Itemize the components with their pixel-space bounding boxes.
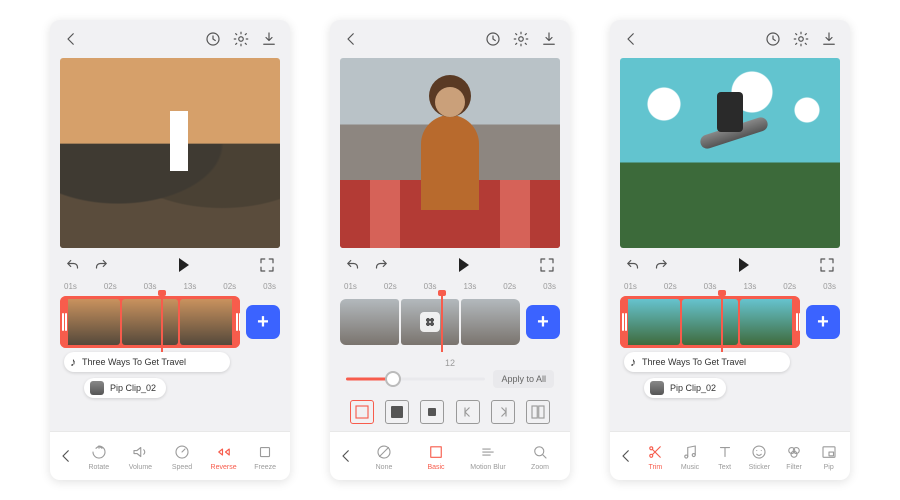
pip-thumb-icon (90, 381, 104, 395)
pip-chip[interactable]: Pip Clip_02 (644, 378, 726, 398)
video-preview[interactable] (340, 58, 560, 248)
undo-icon[interactable] (64, 256, 82, 274)
trim-handle-right[interactable] (792, 296, 800, 348)
nav-filter[interactable]: Filter (777, 442, 812, 471)
music-chip[interactable]: ♪Three Ways To Get Travel (624, 352, 790, 372)
nav-none[interactable]: None (358, 442, 410, 471)
top-bar (330, 20, 570, 58)
slider-panel: 12 Apply to All (330, 352, 570, 392)
slider-value-label: 12 (346, 358, 554, 368)
layer-chips: ♪Three Ways To Get Travel Pip Clip_02 (50, 352, 290, 398)
video-preview[interactable] (60, 58, 280, 248)
playhead[interactable] (441, 294, 443, 352)
frame-opt-square[interactable] (420, 400, 444, 424)
frame-opt-split[interactable] (526, 400, 550, 424)
phone-screen-1: 01s02s03s13s02s03s + ♪Three Ways To Get … (50, 20, 290, 480)
play-icon[interactable] (459, 258, 469, 272)
history-icon[interactable] (764, 30, 782, 48)
back-icon[interactable] (622, 30, 640, 48)
nav-trim[interactable]: Trim (638, 442, 673, 471)
time-ruler: 01s02s03s13s02s03s (610, 282, 850, 296)
back-icon[interactable] (342, 30, 360, 48)
clip-selected[interactable] (620, 296, 800, 348)
nav-back-icon[interactable] (614, 447, 638, 465)
nav-speed[interactable]: Speed (161, 442, 203, 471)
add-clip-button[interactable]: + (806, 305, 840, 339)
settings-icon[interactable] (792, 30, 810, 48)
nav-volume[interactable]: Volume (120, 442, 162, 471)
nav-reverse[interactable]: Reverse (203, 442, 245, 471)
play-icon[interactable] (739, 258, 749, 272)
player-controls (330, 248, 570, 282)
back-icon[interactable] (62, 30, 80, 48)
add-clip-button[interactable]: + (526, 305, 560, 339)
nav-zoom[interactable]: Zoom (514, 442, 566, 471)
download-icon[interactable] (820, 30, 838, 48)
history-icon[interactable] (484, 30, 502, 48)
fullscreen-icon[interactable] (258, 256, 276, 274)
redo-icon[interactable] (372, 256, 390, 274)
duration-slider[interactable] (346, 372, 485, 386)
phone-screen-3: 01s02s03s13s02s03s + ♪Three Ways To Get … (610, 20, 850, 480)
nav-freeze[interactable]: Freeze (244, 442, 286, 471)
top-bar (610, 20, 850, 58)
top-bar (50, 20, 290, 58)
note-icon: ♪ (630, 355, 636, 369)
bottom-nav: None Basic Motion Blur Zoom (330, 431, 570, 480)
undo-icon[interactable] (624, 256, 642, 274)
frame-options (330, 392, 570, 432)
download-icon[interactable] (260, 30, 278, 48)
download-icon[interactable] (540, 30, 558, 48)
history-icon[interactable] (204, 30, 222, 48)
undo-icon[interactable] (344, 256, 362, 274)
frame-opt-skipfwd[interactable] (491, 400, 515, 424)
player-controls (50, 248, 290, 282)
clip-selected[interactable] (60, 296, 240, 348)
bottom-nav: Rotate Volume Speed Reverse Freeze (50, 431, 290, 480)
frame-opt-skipback[interactable] (456, 400, 480, 424)
trim-handle-left[interactable] (60, 296, 68, 348)
music-chip[interactable]: ♪Three Ways To Get Travel (64, 352, 230, 372)
settings-icon[interactable] (512, 30, 530, 48)
time-ruler: 01s02s03s13s02s03s (330, 282, 570, 296)
timeline[interactable]: + (340, 298, 560, 346)
transition-badge-icon[interactable] (420, 312, 440, 332)
settings-icon[interactable] (232, 30, 250, 48)
nav-sticker[interactable]: Sticker (742, 442, 777, 471)
pip-chip[interactable]: Pip Clip_02 (84, 378, 166, 398)
apply-all-button[interactable]: Apply to All (493, 370, 554, 388)
nav-motionblur[interactable]: Motion Blur (462, 442, 514, 471)
timeline[interactable]: + (620, 298, 840, 346)
redo-icon[interactable] (92, 256, 110, 274)
nav-pip[interactable]: Pip (811, 442, 846, 471)
playhead[interactable] (721, 294, 723, 352)
pip-thumb-icon (650, 381, 664, 395)
frame-opt-full[interactable] (350, 400, 374, 424)
fullscreen-icon[interactable] (818, 256, 836, 274)
nav-text[interactable]: Text (707, 442, 742, 471)
nav-rotate[interactable]: Rotate (78, 442, 120, 471)
trim-handle-right[interactable] (232, 296, 240, 348)
slider-knob[interactable] (385, 371, 401, 387)
player-controls (610, 248, 850, 282)
timeline[interactable]: + (60, 298, 280, 346)
fullscreen-icon[interactable] (538, 256, 556, 274)
nav-back-icon[interactable] (54, 447, 78, 465)
nav-basic[interactable]: Basic (410, 442, 462, 471)
phone-screen-2: 01s02s03s13s02s03s + 12 Apply to All Non… (330, 20, 570, 480)
note-icon: ♪ (70, 355, 76, 369)
frame-opt-center[interactable] (385, 400, 409, 424)
play-icon[interactable] (179, 258, 189, 272)
video-preview[interactable] (620, 58, 840, 248)
time-ruler: 01s02s03s13s02s03s (50, 282, 290, 296)
add-clip-button[interactable]: + (246, 305, 280, 339)
clip[interactable] (340, 299, 520, 345)
nav-back-icon[interactable] (334, 447, 358, 465)
layer-chips: ♪Three Ways To Get Travel Pip Clip_02 (610, 352, 850, 398)
redo-icon[interactable] (652, 256, 670, 274)
trim-handle-left[interactable] (620, 296, 628, 348)
playhead[interactable] (161, 294, 163, 352)
bottom-nav: Trim Music Text Sticker Filter Pip (610, 431, 850, 480)
nav-music[interactable]: Music (673, 442, 708, 471)
